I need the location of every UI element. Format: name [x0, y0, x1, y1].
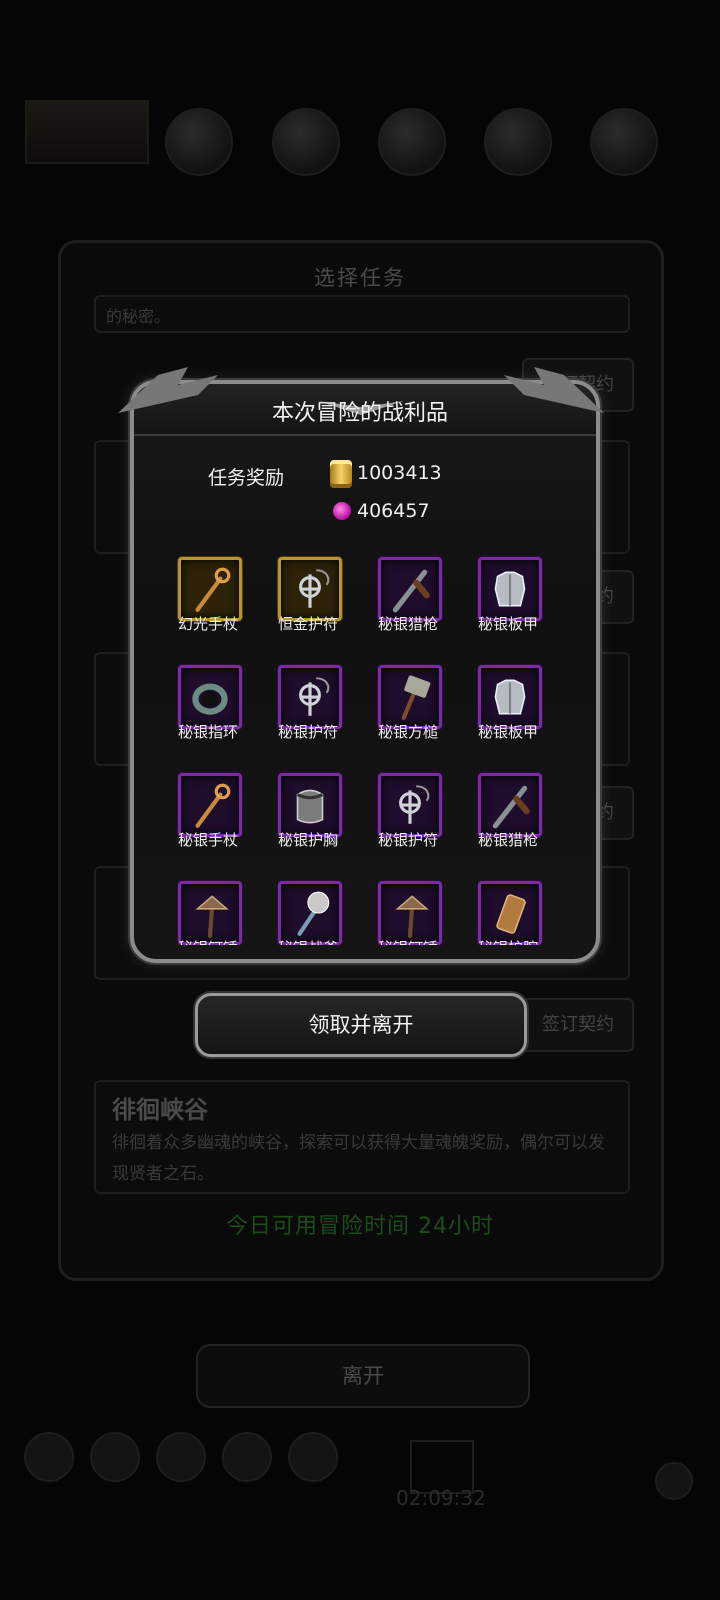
loot-item-label: 秘银钉锤	[158, 937, 258, 945]
loot-item[interactable]: 幻光手杖	[158, 557, 258, 653]
loot-item-label: 幻光手杖	[177, 615, 238, 633]
settings-icon[interactable]	[655, 1462, 693, 1500]
loot-grid: 幻光手杖 恒金护符 秘银猎枪 秘银板甲 秘银指环 秘银护符 秘银方槌 秘银板甲 秘银手杖 秘银护胸…	[0, 0, 720, 945]
loot-item-label: 秘银板甲	[477, 723, 538, 741]
quest-desc: 徘徊着众多幽魂的峡谷，探索可以获得大量魂魄奖励，偶尔可以发现贤者之石。	[112, 1133, 605, 1184]
loot-item-label: 秘银猎枪	[377, 615, 438, 633]
loot-item[interactable]: 秘银钉锤	[158, 881, 258, 945]
hammer-icon	[378, 665, 442, 729]
staff-icon	[178, 557, 242, 621]
loot-item[interactable]: 秘银钉锤	[358, 881, 458, 945]
war-pick-icon	[378, 881, 442, 945]
available-time-text: 今日可用冒险时间 24小时	[226, 1214, 494, 1239]
loot-item-label: 秘银方槌	[377, 723, 438, 741]
loot-item[interactable]: 秘银护腕	[458, 881, 558, 945]
loot-item-label: 恒金护符	[277, 615, 338, 633]
amulet-icon	[378, 773, 442, 837]
leave-button[interactable]: 离开	[196, 1344, 530, 1408]
chestguard-icon	[278, 773, 342, 837]
loot-item[interactable]: 秘银指环	[158, 665, 258, 761]
loot-item-label: 秘银板甲	[477, 615, 538, 633]
axe-icon	[278, 881, 342, 945]
war-pick-icon	[178, 881, 242, 945]
plate-armor-icon	[478, 557, 542, 621]
loot-item[interactable]: 秘银板甲	[458, 665, 558, 761]
loot-item-label: 秘银护胸	[277, 831, 338, 849]
sign-contract-button[interactable]: 签订契约	[522, 998, 634, 1052]
loot-item[interactable]: 秘银护胸	[258, 773, 358, 869]
menu-icon[interactable]	[90, 1432, 140, 1482]
menu-icon[interactable]	[24, 1432, 74, 1482]
loot-item[interactable]: 恒金护符	[258, 557, 358, 653]
amulet-icon	[278, 665, 342, 729]
loot-item-label: 秘银手杖	[177, 831, 238, 849]
loot-item[interactable]: 秘银猎枪	[358, 557, 458, 653]
quest-card[interactable]: 徘徊峡谷 徘徊着众多幽魂的峡谷，探索可以获得大量魂魄奖励，偶尔可以发现贤者之石。	[94, 1080, 630, 1194]
bracer-icon	[478, 881, 542, 945]
clock-text: 02:09:32	[396, 1486, 486, 1510]
loot-item[interactable]: 秘银战斧	[258, 881, 358, 945]
loot-item-label: 秘银护腕	[458, 937, 558, 945]
loot-item[interactable]: 秘银手杖	[158, 773, 258, 869]
staff-icon	[178, 773, 242, 837]
ring-icon	[178, 665, 242, 729]
loot-item-label: 秘银护符	[277, 723, 338, 741]
quest-title: 徘徊峡谷	[112, 1096, 208, 1124]
loot-item-label: 秘银指环	[177, 723, 238, 741]
loot-item-label: 秘银战斧	[258, 937, 358, 945]
loot-item-label: 秘银猎枪	[477, 831, 538, 849]
shotgun-icon	[478, 773, 542, 837]
loot-item-label: 秘银钉锤	[358, 937, 458, 945]
shotgun-icon	[378, 557, 442, 621]
loot-item[interactable]: 秘银板甲	[458, 557, 558, 653]
amulet-icon	[278, 557, 342, 621]
menu-icon[interactable]	[156, 1432, 206, 1482]
loot-item[interactable]: 秘银护符	[258, 665, 358, 761]
menu-icon[interactable]	[222, 1432, 272, 1482]
loot-item[interactable]: 秘银猎枪	[458, 773, 558, 869]
plate-armor-icon	[478, 665, 542, 729]
loot-item-label: 秘银护符	[377, 831, 438, 849]
claim-and-leave-button[interactable]: 领取并离开	[195, 993, 527, 1057]
menu-icon[interactable]	[288, 1432, 338, 1482]
loot-item[interactable]: 秘银护符	[358, 773, 458, 869]
loot-item[interactable]: 秘银方槌	[358, 665, 458, 761]
